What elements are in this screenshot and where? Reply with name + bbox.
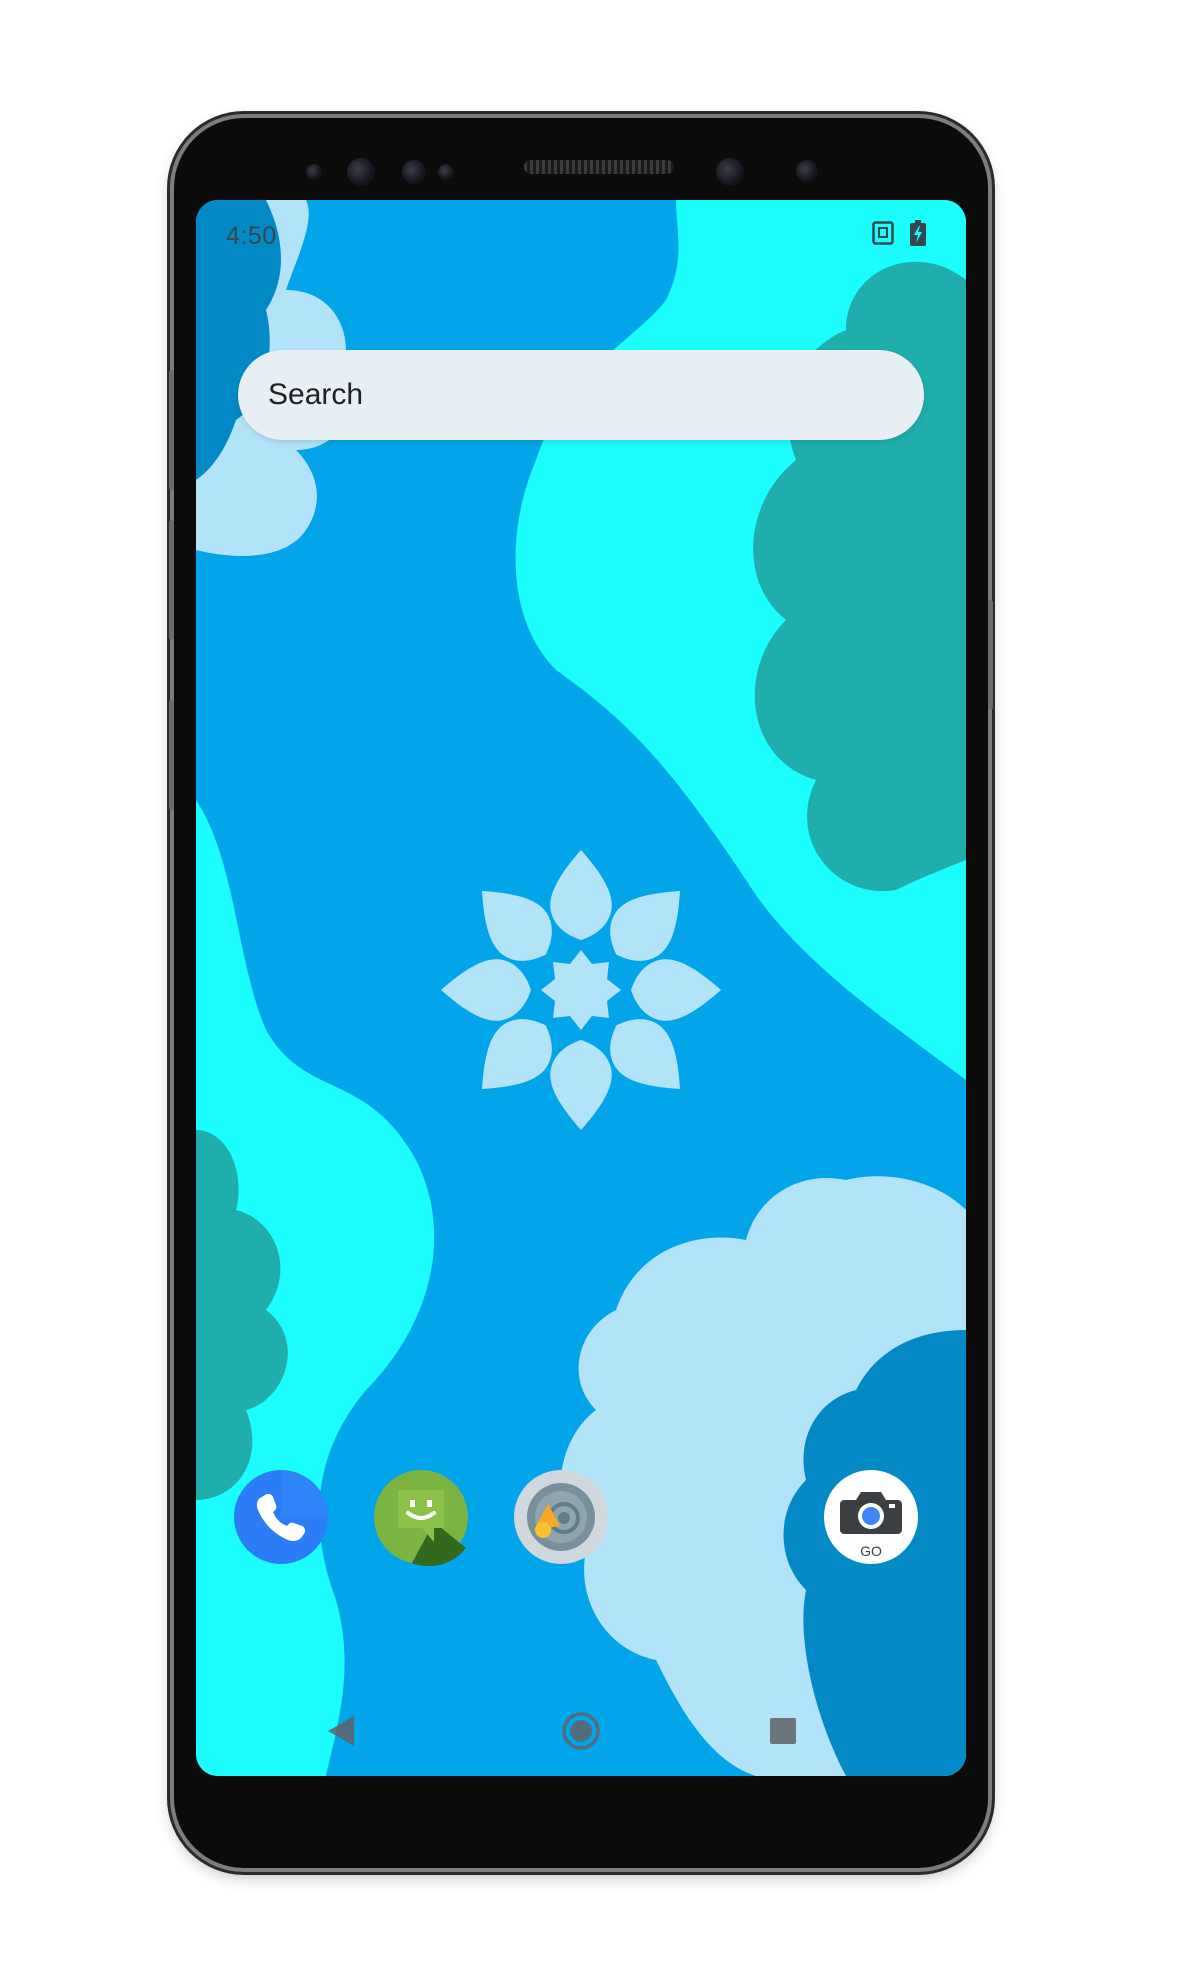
- microphone-icon: [514, 1470, 608, 1564]
- recents-square-icon: [770, 1718, 796, 1744]
- home-screen: 4:50 Search GO: [196, 200, 966, 1776]
- front-sensor: [306, 164, 322, 180]
- nav-home-button[interactable]: [556, 1708, 606, 1754]
- search-bar[interactable]: Search: [238, 350, 924, 440]
- phone-icon: [234, 1470, 328, 1564]
- back-triangle-icon: [328, 1716, 354, 1746]
- messaging-app-icon[interactable]: [372, 1468, 470, 1566]
- message-smile-icon: [374, 1470, 468, 1566]
- search-placeholder: Search: [268, 378, 364, 411]
- status-icons: [872, 220, 926, 246]
- front-camera: [716, 158, 744, 186]
- volume-down-button: [169, 520, 174, 640]
- camera-go-app-icon[interactable]: GO: [822, 1468, 920, 1566]
- iris-scanner: [347, 158, 375, 186]
- app-dock: GO: [196, 1468, 966, 1578]
- power-button: [988, 600, 993, 710]
- wallpaper-flower-emblem: [441, 850, 721, 1130]
- bixby-button: [169, 700, 174, 810]
- iris-led: [796, 160, 818, 182]
- nav-back-button[interactable]: [316, 1708, 366, 1754]
- phone-app-icon[interactable]: [232, 1468, 330, 1566]
- flower-star-center: [541, 950, 621, 1030]
- volume-up-button: [169, 370, 174, 490]
- camera-icon: GO: [824, 1470, 918, 1564]
- earpiece-speaker: [524, 160, 674, 174]
- status-time: 4:50: [226, 222, 277, 250]
- sim-icon: [872, 221, 894, 245]
- camera-go-label: GO: [860, 1543, 882, 1559]
- light-sensor: [438, 164, 454, 180]
- proximity-sensor: [402, 160, 426, 184]
- home-circle-icon: [562, 1712, 600, 1750]
- nav-recents-button[interactable]: [758, 1708, 808, 1754]
- battery-charging-icon: [910, 220, 926, 246]
- device-mockup: 4:50 Search GO: [0, 0, 1177, 1984]
- navigation-bar: [196, 1686, 966, 1776]
- audio-recorder-app-icon[interactable]: [512, 1468, 610, 1566]
- status-bar: 4:50: [196, 200, 966, 260]
